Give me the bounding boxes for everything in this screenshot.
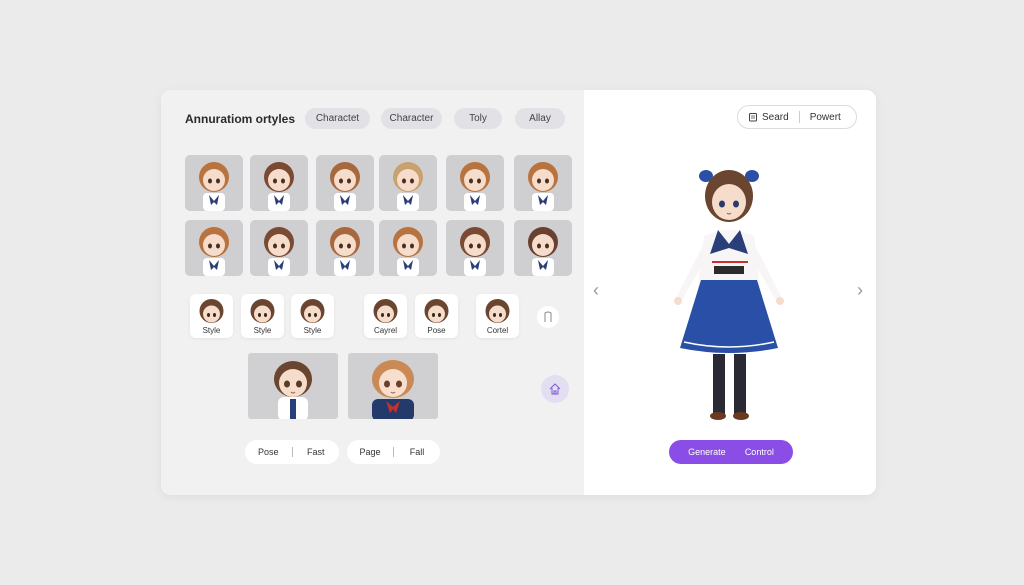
character-thumbnail[interactable] [446,220,504,276]
preview-portrait-1[interactable] [248,353,338,419]
style-chip-label: Style [253,326,272,335]
character-thumbnail[interactable] [185,155,243,211]
character-thumbnail[interactable] [514,155,572,211]
character-thumbnail[interactable] [379,220,437,276]
page-option[interactable]: Page [347,447,393,457]
style-panel: Annuratiom ortyles Charactet Character T… [161,90,584,495]
style-chip-label: Style [303,326,322,335]
style-chip[interactable]: Pose [415,294,458,338]
character-thumbnail[interactable] [446,155,504,211]
character-thumbnail[interactable] [316,220,374,276]
preview-panel: Seard Powert ‹ › Generate Control [584,90,876,495]
search-button[interactable]: Seard [738,112,799,123]
search-power-bar: Seard Powert [737,105,857,129]
character-thumbnail[interactable] [514,220,572,276]
chevron-left-icon[interactable]: ‹ [593,280,599,301]
character-thumbnail[interactable] [250,155,308,211]
chevron-right-icon[interactable]: › [857,280,863,301]
style-chip-label: Pose [427,326,446,335]
tab-character[interactable]: Character [381,108,442,129]
pose-option[interactable]: Pose [245,447,292,457]
style-chip-label: Cayrel [373,326,398,335]
generate-control-button[interactable]: Generate Control [669,440,793,464]
character-thumbnail[interactable] [379,155,437,211]
tab-charactet[interactable]: Charactet [305,108,370,129]
character-thumbnail[interactable] [316,155,374,211]
pose-fast-toggle[interactable]: Pose Fast [245,440,339,464]
power-button[interactable]: Powert [800,112,851,123]
fall-option[interactable]: Fall [394,447,440,457]
search-label: Seard [762,111,789,123]
character-thumbnail[interactable] [185,220,243,276]
character-thumbnail[interactable] [250,220,308,276]
preview-portrait-2[interactable] [348,353,438,419]
style-chip[interactable]: Style [291,294,334,338]
page-title: Annuratiom ortyles [185,112,296,126]
style-chip-label: Style [202,326,221,335]
home-button[interactable] [541,375,569,403]
generate-label[interactable]: Generate [688,447,726,457]
fast-option[interactable]: Fast [293,447,340,457]
character-preview [674,170,784,420]
style-chip[interactable]: Cortel [476,294,519,338]
tab-allay[interactable]: Allay [515,108,565,129]
style-chip-label: Cortel [486,326,509,335]
clipboard-icon [749,113,757,122]
control-label[interactable]: Control [745,447,774,457]
character-creator-window: Annuratiom ortyles Charactet Character T… [161,90,876,495]
style-chip[interactable]: Cayrel [364,294,407,338]
home-icon [549,383,561,395]
page-fall-toggle[interactable]: Page Fall [347,440,440,464]
power-label: Powert [809,111,841,123]
bookmark-icon [544,311,552,322]
tab-toly[interactable]: Toly [454,108,502,129]
style-chip[interactable]: Style [241,294,284,338]
bookmark-button[interactable] [537,306,559,328]
style-chip[interactable]: Style [190,294,233,338]
